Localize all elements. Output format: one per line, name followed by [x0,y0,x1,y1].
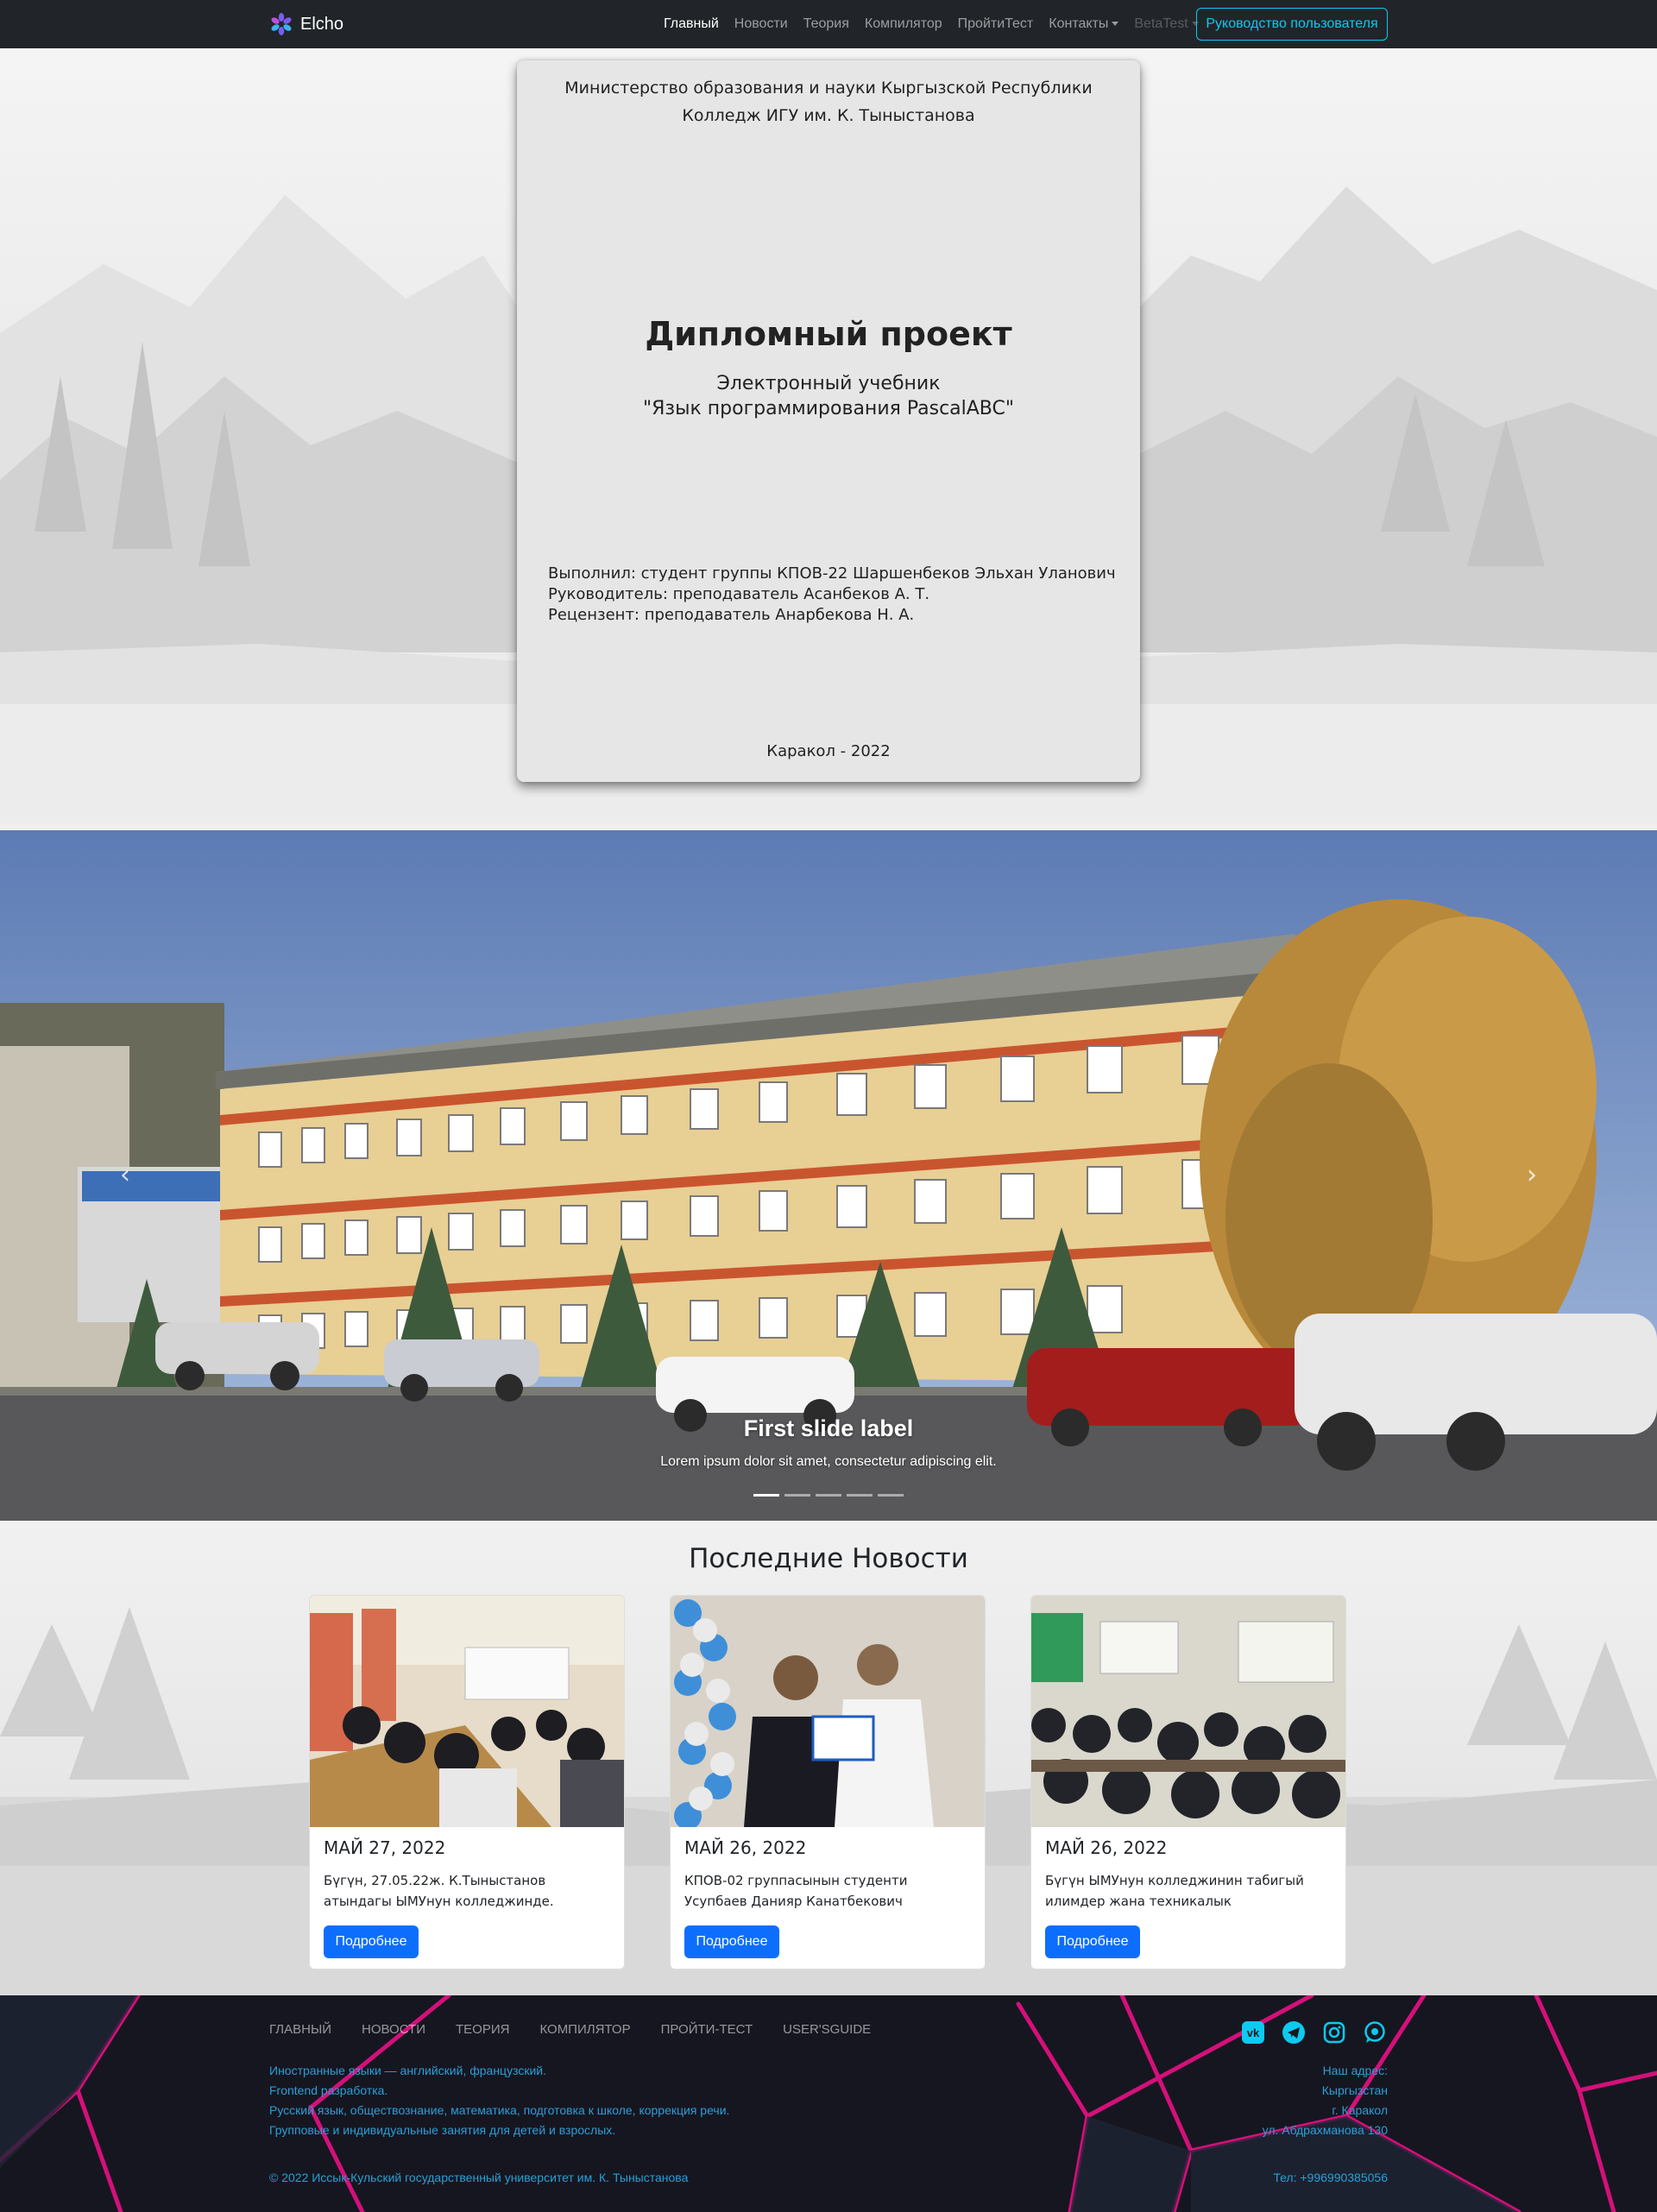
news-card: МАЙ 26, 2022 Бүгүн ЫМУнун колледжинин та… [1030,1595,1346,1969]
news-date: МАЙ 26, 2022 [1045,1837,1168,1858]
carousel-indicator-3[interactable] [816,1494,841,1497]
footer-about: Иностранные языки — английский, французс… [269,2061,729,2140]
award-ceremony-photo [671,1596,985,1827]
address-line: ул. Абдрахманова 130 [1262,2123,1388,2137]
whatsapp-icon[interactable] [1363,2020,1387,2045]
read-more-button[interactable]: Подробнее [324,1925,419,1958]
city-year: Каракол - 2022 [766,742,891,760]
news-date: МАЙ 27, 2022 [324,1837,446,1858]
read-more-button[interactable]: Подробнее [1045,1925,1140,1958]
about-line: Русский язык, обществознание, математика… [269,2103,730,2117]
carousel-indicator-5[interactable] [878,1494,904,1497]
nav-betatest-label: BetaTest [1134,16,1188,31]
news-heading: Последние Новости [689,1543,968,1574]
subtitle-line-2: "Язык программирования PascalABC" [643,398,1014,419]
footer-link-home[interactable]: Главный [269,2022,331,2037]
telegram-icon[interactable] [1282,2020,1306,2045]
brand[interactable]: Elcho [269,10,343,38]
carousel-indicator-4[interactable] [847,1494,873,1497]
nav-links: Главный Новости Теория Компилятор Пройти… [656,0,1207,48]
svg-text:vk: vk [1247,2026,1260,2039]
carousel-indicator-2[interactable] [784,1494,810,1497]
nav-contacts-label: Контакты [1049,16,1109,31]
news-card: МАЙ 27, 2022 Бүгүн, 27.05.22ж. К.Тыныста… [309,1595,625,1969]
carousel-indicators [753,1494,904,1497]
diploma-title: Дипломный проект [645,315,1012,353]
lecture-hall-photo [1031,1596,1345,1827]
supervisor-line: Руководитель: преподаватель Асанбеков А.… [548,585,930,603]
news-excerpt: КПОВ-02 группасынын студенти Усупбаев Да… [684,1873,908,1909]
subtitle-line-1: Электронный учебник [716,373,941,394]
chevron-right-icon: › [1527,1160,1537,1190]
instagram-icon[interactable] [1322,2020,1346,2045]
classroom-students-photo [310,1596,624,1827]
image-carousel: ‹ › First slide label Lorem ipsum dolor … [0,830,1657,1521]
carousel-caption: First slide label Lorem ipsum dolor sit … [0,1415,1657,1470]
nav-compiler[interactable]: Компилятор [857,16,950,32]
news-card: МАЙ 26, 2022 КПОВ-02 группасынын студент… [670,1595,986,1969]
carousel-prev-button[interactable]: ‹ [112,1158,138,1193]
ministry-name: Министерство образования и науки Кыргызс… [564,79,1093,98]
copyright: © 2022 Иссык-Кульский государственный ун… [269,2171,689,2184]
latest-news-section: Последние Новости МАЙ 27, 2022 Бүгүн, 27… [0,1521,1657,1995]
brand-name: Elcho [300,14,344,34]
contact-phone[interactable]: Тел: +996990385056 [1273,2171,1388,2184]
slide-title: First slide label [743,1415,914,1441]
social-links: vk [1241,2020,1387,2045]
nav-theory[interactable]: Теория [796,16,857,32]
footer-address: Наш адрес: Кыргызстан г. Каракол ул. Абд… [1263,2061,1388,2140]
site-footer: Главный Новости Теория Компилятор Пройти… [0,1995,1657,2212]
user-guide-button[interactable]: Руководство пользователя [1196,8,1388,41]
diploma-title-page: Министерство образования и науки Кыргызс… [517,60,1140,782]
read-more-button[interactable]: Подробнее [684,1925,779,1958]
vk-icon[interactable]: vk [1241,2020,1265,2045]
slide-text: Lorem ipsum dolor sit amet, consectetur … [660,1454,997,1469]
hero-section: Министерство образования и науки Кыргызс… [0,48,1657,823]
footer-link-take-test[interactable]: Пройти-тест [661,2022,753,2037]
about-line: Иностранные языки — английский, французс… [269,2064,546,2077]
address-line: г. Каракол [1332,2103,1388,2117]
diploma-credits: Выполнил: студент группы КПОВ-22 Шаршенб… [548,564,1116,626]
author-line: Выполнил: студент группы КПОВ-22 Шаршенб… [548,564,1116,583]
nav-contacts-dropdown[interactable]: Контакты [1041,16,1126,32]
nav-news[interactable]: Новости [727,16,796,32]
footer-nav: Главный Новости Теория Компилятор Пройти… [269,2022,871,2037]
nav-betatest-dropdown: BetaTest [1126,16,1206,32]
reviewer-line: Рецензент: преподаватель Анарбекова Н. А… [548,606,915,624]
address-line: Наш адрес: [1322,2064,1388,2077]
news-excerpt: Бүгүн ЫМУнун колледжинин табигый илимдер… [1045,1873,1304,1909]
diploma-subtitle: Электронный учебник "Язык программирован… [517,371,1140,421]
carousel-indicator-1[interactable] [753,1494,779,1497]
caret-down-icon [1112,22,1119,27]
carousel-next-button[interactable]: › [1519,1158,1545,1193]
news-excerpt: Бүгүн, 27.05.22ж. К.Тыныстанов атындагы … [324,1873,554,1909]
nav-take-test[interactable]: ПройтиТест [950,16,1042,32]
top-navbar: Elcho Главный Новости Теория Компилятор … [0,0,1657,48]
footer-link-compiler[interactable]: Компилятор [539,2022,630,2037]
snowflake-logo-icon [271,13,292,35]
nav-home[interactable]: Главный [656,16,727,32]
footer-link-news[interactable]: Новости [362,2022,425,2037]
footer-link-theory[interactable]: Теория [456,2022,509,2037]
title-page-header: Министерство образования и науки Кыргызс… [517,74,1140,129]
about-line: Frontend разработка. [269,2083,388,2097]
news-date: МАЙ 26, 2022 [684,1837,807,1858]
footer-link-users-guide[interactable]: User'sGuide [783,2022,871,2037]
college-name: Колледж ИГУ им. К. Тыныстанова [682,106,975,125]
address-line: Кыргызстан [1321,2083,1388,2097]
chevron-left-icon: ‹ [120,1160,130,1190]
about-line: Групповые и индивидуальные занятия для д… [269,2123,616,2137]
